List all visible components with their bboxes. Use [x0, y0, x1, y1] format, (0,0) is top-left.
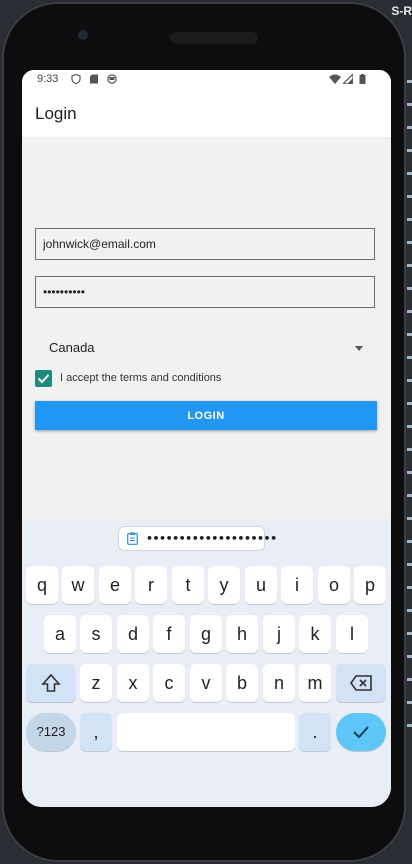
shift-icon [41, 673, 61, 692]
device-screen: 9:33 Login johnwick@email.com ••••••••••… [22, 70, 391, 807]
key-x[interactable]: x [117, 664, 149, 702]
clipboard-suggestion[interactable]: •••••••••••••••••••• [118, 526, 277, 551]
key-n[interactable]: n [263, 664, 295, 702]
signal-icon [343, 74, 353, 84]
key-d[interactable]: d [117, 615, 149, 653]
space-key[interactable] [117, 713, 295, 751]
key-u[interactable]: u [245, 566, 277, 604]
status-bar: 9:33 [22, 70, 391, 90]
backspace-icon [350, 675, 372, 691]
key-c[interactable]: c [153, 664, 185, 702]
key-l[interactable]: l [336, 615, 368, 653]
period-key[interactable]: . [299, 713, 331, 751]
front-camera [78, 30, 88, 40]
status-time: 9:33 [37, 73, 59, 85]
key-o[interactable]: o [318, 566, 350, 604]
shield-icon [71, 74, 81, 84]
key-p[interactable]: p [354, 566, 386, 604]
key-a[interactable]: a [44, 615, 76, 653]
wifi-icon [329, 74, 341, 84]
shift-key[interactable] [26, 664, 76, 702]
key-r[interactable]: r [135, 566, 167, 604]
key-b[interactable]: b [226, 664, 258, 702]
background-window-text: S-R [391, 4, 412, 18]
country-selected-value: Canada [49, 340, 95, 355]
key-k[interactable]: k [299, 615, 331, 653]
background-window-edge [406, 60, 412, 840]
terms-row[interactable]: I accept the terms and conditions [35, 369, 335, 389]
sd-card-icon [90, 74, 98, 84]
page-title: Login [35, 104, 77, 123]
phone-frame: 9:33 Login johnwick@email.com ••••••••••… [2, 2, 406, 862]
key-e[interactable]: e [99, 566, 131, 604]
key-g[interactable]: g [190, 615, 222, 653]
key-i[interactable]: i [281, 566, 313, 604]
app-icon [107, 74, 117, 84]
clipboard-icon [127, 532, 138, 545]
key-h[interactable]: h [226, 615, 258, 653]
dropdown-arrow-icon [355, 346, 363, 351]
symbols-key[interactable]: ?123 [26, 713, 76, 751]
battery-icon [359, 74, 366, 84]
key-q[interactable]: q [26, 566, 58, 604]
checkmark-enter-icon [353, 726, 369, 739]
key-w[interactable]: w [62, 566, 94, 604]
key-z[interactable]: z [80, 664, 112, 702]
soft-keyboard: •••••••••••••••••••• q w e r t y u i o p… [22, 519, 391, 807]
backspace-key[interactable] [336, 664, 386, 702]
country-select[interactable]: Canada [35, 335, 375, 361]
enter-key[interactable] [336, 713, 386, 751]
key-m[interactable]: m [299, 664, 331, 702]
terms-label: I accept the terms and conditions [60, 372, 222, 384]
earpiece-speaker [170, 32, 258, 44]
key-v[interactable]: v [190, 664, 222, 702]
checkmark-icon [37, 374, 50, 384]
key-y[interactable]: y [208, 566, 240, 604]
key-t[interactable]: t [172, 566, 204, 604]
app-bar: Login [22, 90, 391, 137]
comma-key[interactable]: , [80, 713, 112, 751]
key-s[interactable]: s [80, 615, 112, 653]
terms-checkbox[interactable] [35, 370, 52, 387]
email-field[interactable]: johnwick@email.com [35, 228, 375, 260]
key-f[interactable]: f [153, 615, 185, 653]
password-field[interactable]: •••••••••• [35, 276, 375, 308]
login-button[interactable]: LOGIN [35, 401, 377, 430]
clipboard-text: •••••••••••••••••••• [146, 532, 277, 545]
key-j[interactable]: j [263, 615, 295, 653]
